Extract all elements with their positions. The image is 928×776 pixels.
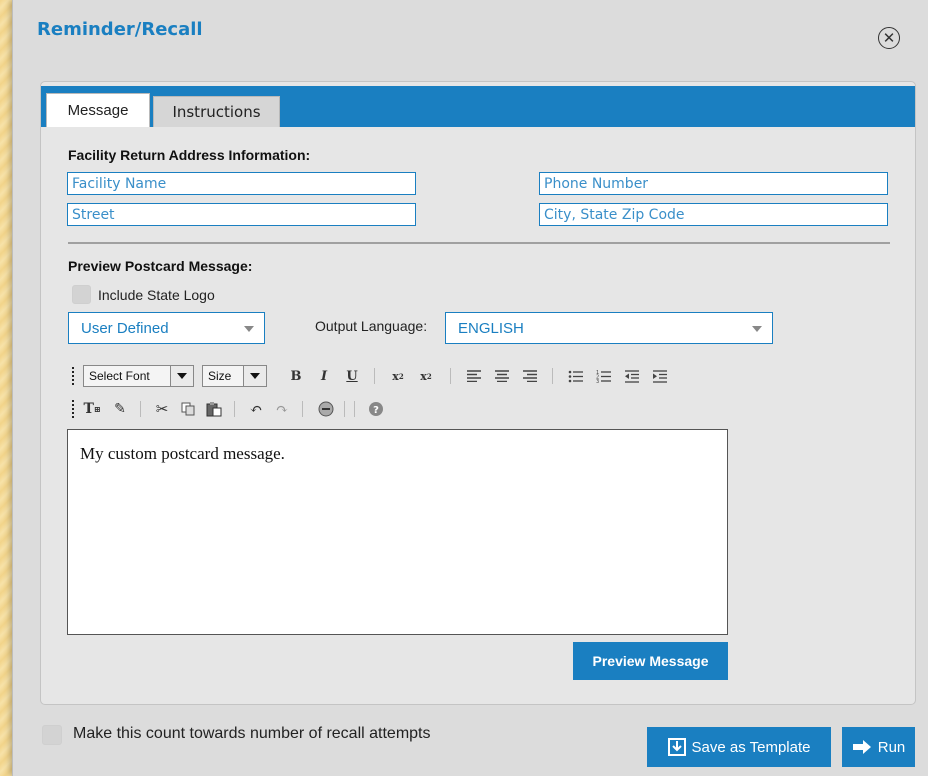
svg-text:?: ? xyxy=(373,405,379,416)
bold-icon[interactable]: B xyxy=(286,366,306,386)
redo-icon[interactable]: ↷ xyxy=(272,399,292,419)
editor-toolbar-row-1: Select Font Size B I U x2 x2 1 2 3 xyxy=(70,364,770,388)
city-state-zip-input[interactable] xyxy=(539,203,888,226)
arrow-right-icon xyxy=(852,740,871,754)
output-language-select[interactable]: ENGLISH xyxy=(445,312,773,344)
include-state-logo-checkbox[interactable] xyxy=(72,285,91,304)
toolbar-separator xyxy=(354,401,355,417)
help-icon[interactable]: ? xyxy=(366,399,386,419)
align-center-icon[interactable] xyxy=(492,366,512,386)
paste-icon[interactable] xyxy=(204,399,224,419)
close-icon[interactable]: ✕ xyxy=(878,27,900,49)
superscript-icon[interactable]: x2 xyxy=(416,366,436,386)
link-icon[interactable] xyxy=(316,399,336,419)
background-color-icon[interactable]: ✎ xyxy=(110,399,130,419)
output-language-label: Output Language: xyxy=(315,318,428,334)
tab-bar: Message Instructions xyxy=(41,86,915,127)
tab-message[interactable]: Message xyxy=(46,93,150,127)
tab-instructions[interactable]: Instructions xyxy=(153,96,280,127)
facility-name-input[interactable] xyxy=(67,172,416,195)
bullet-list-icon[interactable] xyxy=(566,366,586,386)
undo-icon[interactable]: ↶ xyxy=(246,399,266,419)
recall-attempts-label: Make this count towards number of recall… xyxy=(73,725,431,742)
toolbar-separator xyxy=(450,368,451,384)
toolbar-separator xyxy=(374,368,375,384)
toolbar-grip[interactable] xyxy=(72,367,74,385)
recall-attempts-checkbox[interactable] xyxy=(42,725,62,745)
message-panel: Message Instructions Facility Return Add… xyxy=(40,81,916,705)
include-state-logo-label: Include State Logo xyxy=(98,287,215,303)
italic-icon[interactable]: I xyxy=(314,366,334,386)
message-editor[interactable]: My custom postcard message. xyxy=(67,429,728,635)
align-left-icon[interactable] xyxy=(464,366,484,386)
font-select[interactable]: Select Font xyxy=(83,365,194,387)
font-select-label: Select Font xyxy=(89,369,150,383)
reminder-recall-dialog: Reminder/Recall ✕ Message Instructions F… xyxy=(12,0,928,776)
run-button[interactable]: Run xyxy=(842,727,915,767)
save-as-template-button[interactable]: Save as Template xyxy=(647,727,831,767)
subscript-icon[interactable]: x2 xyxy=(388,366,408,386)
editor-toolbar-row-2: T ⊞ ✎ ✂ ↶ ↷ ? xyxy=(70,397,770,421)
underline-icon[interactable]: U xyxy=(342,366,362,386)
save-as-template-label: Save as Template xyxy=(691,738,811,756)
toolbar-separator xyxy=(552,368,553,384)
facility-section-label: Facility Return Address Information: xyxy=(68,147,311,163)
template-select-value: User Defined xyxy=(81,319,169,337)
chevron-down-icon xyxy=(243,366,266,386)
cut-icon[interactable]: ✂ xyxy=(152,399,172,419)
copy-icon[interactable] xyxy=(178,399,198,419)
toolbar-separator xyxy=(302,401,303,417)
toolbar-separator xyxy=(344,401,345,417)
output-language-value: ENGLISH xyxy=(458,319,524,337)
size-select-label: Size xyxy=(208,369,232,383)
dialog-title: Reminder/Recall xyxy=(37,19,203,40)
chevron-down-icon xyxy=(752,326,762,332)
size-select[interactable]: Size xyxy=(202,365,267,387)
outdent-icon[interactable] xyxy=(622,366,642,386)
download-icon xyxy=(667,738,686,756)
svg-text:3: 3 xyxy=(596,379,599,383)
preview-section-label: Preview Postcard Message: xyxy=(68,258,253,274)
section-divider xyxy=(68,242,890,244)
template-select[interactable]: User Defined xyxy=(68,312,265,344)
text-color-icon[interactable]: T ⊞ xyxy=(82,399,102,419)
chevron-down-icon xyxy=(170,366,193,386)
run-label: Run xyxy=(877,738,906,756)
align-right-icon[interactable] xyxy=(520,366,540,386)
numbered-list-icon[interactable]: 123 xyxy=(594,366,614,386)
phone-number-input[interactable] xyxy=(539,172,888,195)
toolbar-grip[interactable] xyxy=(72,400,74,418)
toolbar-separator xyxy=(140,401,141,417)
preview-message-button[interactable]: Preview Message xyxy=(573,642,728,680)
chevron-down-icon xyxy=(244,326,254,332)
street-input[interactable] xyxy=(67,203,416,226)
indent-icon[interactable] xyxy=(650,366,670,386)
toolbar-separator xyxy=(234,401,235,417)
